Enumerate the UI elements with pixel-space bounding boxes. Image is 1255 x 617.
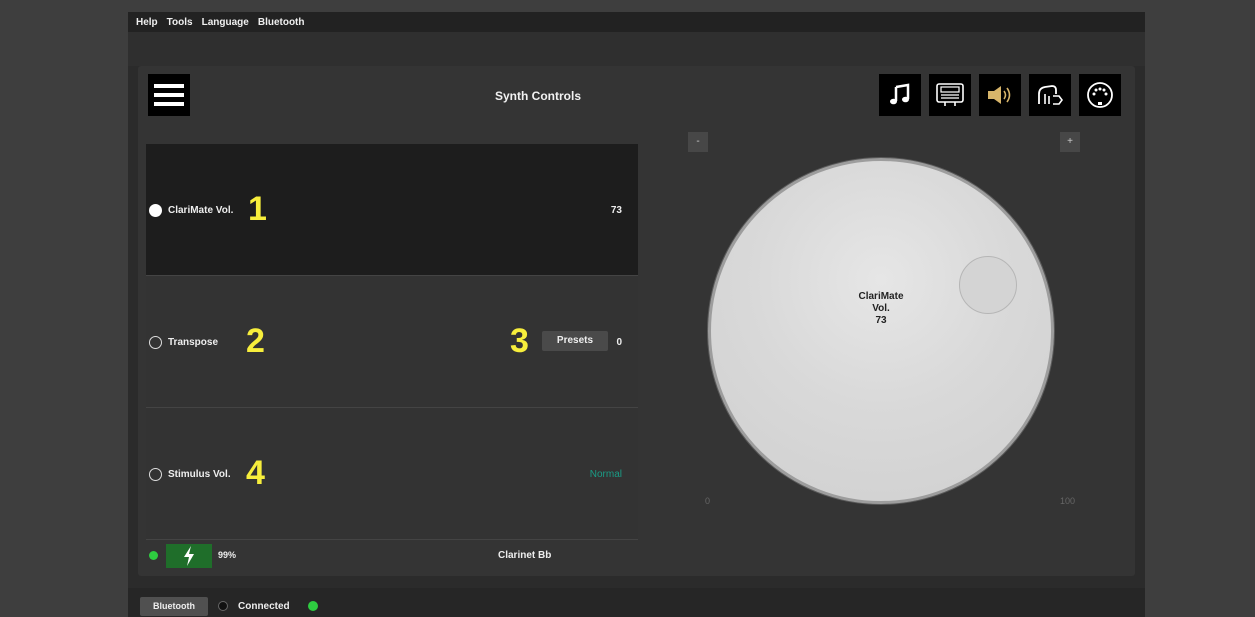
connected-indicator-dot (308, 601, 318, 611)
knob-label-line1: ClariMate (858, 291, 904, 302)
hand-icon (1038, 85, 1063, 105)
bottom-bar: Bluetooth Connected (128, 588, 1145, 617)
radio-unselected[interactable] (149, 468, 162, 481)
page-title: Synth Controls (495, 89, 581, 103)
presets-button[interactable]: Presets (542, 331, 608, 351)
app-window: Help Tools Language Bluetooth Synth Cont… (128, 12, 1145, 617)
scale-max-label: 100 (1060, 496, 1076, 506)
midi-connector-icon (1087, 82, 1113, 108)
annotation-number: 3 (510, 322, 529, 360)
midi-connector-button[interactable] (1079, 74, 1121, 116)
control-label: Stimulus Vol. (168, 469, 231, 480)
speaker-button[interactable] (979, 74, 1021, 116)
menu-bar: Help Tools Language Bluetooth (128, 12, 1145, 32)
decrement-button[interactable]: - (688, 132, 708, 152)
mode-icon-bar (879, 74, 1121, 116)
hamburger-line (154, 84, 184, 88)
hamburger-line (154, 102, 184, 106)
menu-tools[interactable]: Tools (167, 17, 193, 28)
music-note-icon (890, 83, 910, 105)
control-row-stimulus-vol[interactable]: Stimulus Vol. 4 Normal (146, 408, 638, 540)
scale-min-label: 0 (705, 496, 711, 506)
knob-label-line2: Vol. (872, 303, 890, 314)
increment-button[interactable]: + (1060, 132, 1080, 152)
menu-language[interactable]: Language (202, 17, 249, 28)
volume-knob[interactable]: ClariMate Vol. 73 (708, 158, 1054, 504)
control-label: ClariMate Vol. (168, 205, 234, 216)
annotation-number: 2 (246, 322, 265, 360)
power-status-dot (149, 551, 158, 560)
toolbar-strip (128, 32, 1145, 66)
knob-value: 73 (875, 315, 887, 326)
control-label: Transpose (168, 337, 219, 348)
status-bar: 99% Clarinet Bb (146, 542, 638, 570)
speaker-icon (988, 86, 1011, 104)
battery-percent: 99% (218, 550, 237, 560)
keyboard-icon (936, 83, 964, 106)
control-value: 0 (616, 337, 622, 348)
control-row-clarimate-vol[interactable]: ClariMate Vol. 1 73 (146, 144, 638, 276)
hand-button[interactable] (1029, 74, 1071, 116)
menu-bluetooth[interactable]: Bluetooth (258, 17, 305, 28)
annotation-number: 4 (246, 454, 265, 492)
hamburger-line (154, 93, 184, 97)
instrument-name: Clarinet Bb (498, 550, 552, 561)
control-value: Normal (589, 469, 622, 480)
menu-help[interactable]: Help (136, 17, 158, 28)
connection-status: Connected (238, 601, 290, 612)
radio-selected[interactable] (149, 204, 162, 217)
music-note-button[interactable] (879, 74, 921, 116)
hamburger-menu-button[interactable] (148, 74, 190, 116)
control-value: 73 (610, 205, 622, 216)
control-row-transpose[interactable]: Transpose 2 3 Presets 0 (146, 276, 638, 408)
control-list: ClariMate Vol. 1 73 Transpose 2 3 Preset… (146, 144, 638, 540)
keyboard-button[interactable] (929, 74, 971, 116)
lightning-icon (184, 546, 194, 566)
annotation-number: 1 (248, 190, 267, 228)
bluetooth-status-dot (218, 601, 228, 611)
synth-panel: Synth Controls ClariMate Vol. 1 73 Trans… (138, 66, 1135, 576)
battery-indicator (166, 544, 212, 568)
knob-readout: ClariMate Vol. 73 (711, 291, 1051, 327)
bluetooth-button[interactable]: Bluetooth (140, 597, 208, 616)
radio-unselected[interactable] (149, 336, 162, 349)
